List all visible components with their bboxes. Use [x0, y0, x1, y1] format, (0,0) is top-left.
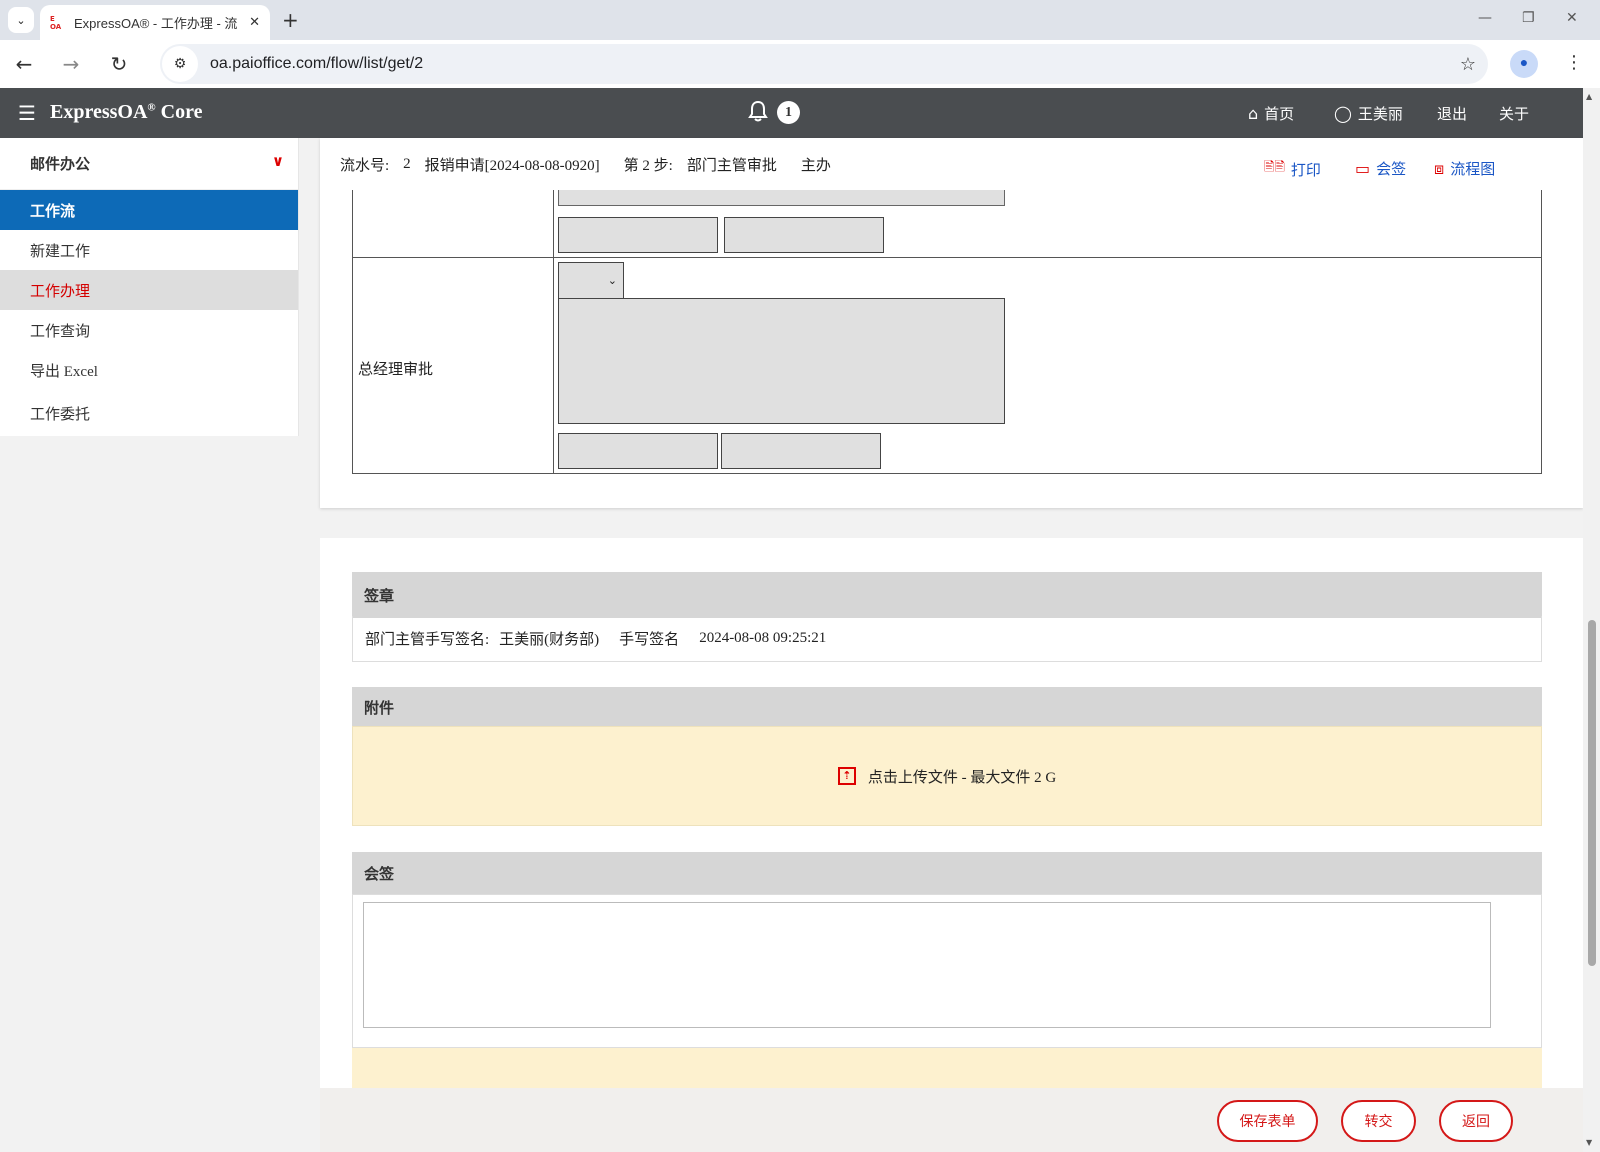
profile-avatar-icon[interactable]: ●	[1510, 50, 1538, 78]
sidebar-item-new-work[interactable]: 新建工作	[0, 230, 298, 270]
reload-icon[interactable]: ↻	[105, 50, 133, 78]
address-bar[interactable]: ⚙ oa.paioffice.com/flow/list/get/2 ☆	[160, 44, 1488, 84]
countersign-label: 会签	[1376, 162, 1407, 178]
browser-toolbar: ← → ↻ ⚙ oa.paioffice.com/flow/list/get/2…	[0, 40, 1600, 88]
signature-signer: 王美丽(财务部)	[499, 632, 600, 648]
favicon-icon: E OA	[50, 14, 62, 31]
signature-row: 部门主管手写签名: 王美丽(财务部) 手写签名 2024-08-08 09:25…	[352, 616, 1542, 662]
comment-icon: ▭	[1355, 159, 1371, 178]
window-close-icon[interactable]: ✕	[1566, 10, 1578, 26]
dept-opinion-textarea[interactable]	[558, 190, 1005, 206]
sidebar: 邮件办公 ∨ 工作流 新建工作 工作办理 工作查询 导出 Excel 工作委托	[0, 138, 299, 436]
serial-value: 2	[403, 155, 411, 172]
countersign-panel-heading: 会签	[352, 852, 1542, 894]
restore-icon[interactable]: ❐	[1522, 10, 1535, 26]
dept-signer-input[interactable]	[558, 217, 718, 253]
nav-about[interactable]: 关于	[1499, 103, 1529, 124]
signature-type: 手写签名	[619, 632, 680, 648]
menu-icon[interactable]: ☰	[18, 101, 36, 125]
brand-registered-mark: ®	[147, 101, 156, 114]
browser-menu-icon[interactable]: ⋮	[1565, 52, 1583, 73]
tab-search-icon[interactable]: ⌄	[8, 7, 34, 33]
sidebar-section-workflow[interactable]: 工作流	[0, 190, 298, 230]
flowchart-icon: ⧈	[1434, 158, 1445, 178]
signature-label: 部门主管手写签名:	[365, 632, 490, 648]
sidebar-item-export-excel[interactable]: 导出 Excel	[0, 350, 298, 390]
forward-icon[interactable]: →	[57, 50, 85, 78]
gm-decision-select[interactable]: ⌄	[558, 262, 624, 299]
site-info-icon[interactable]: ⚙	[162, 46, 198, 82]
brand-name: ExpressOA	[50, 101, 148, 123]
gm-opinion-textarea[interactable]	[558, 298, 1005, 424]
app-header: ☰ ExpressOA® Core 1 ⌂ 首页 ◯ 王美丽 退出 关于	[0, 88, 1583, 138]
sidebar-item-query-work[interactable]: 工作查询	[0, 310, 298, 350]
scroll-up-icon[interactable]: ▲	[1586, 92, 1592, 101]
flowchart-button[interactable]: ⧈ 流程图	[1434, 158, 1495, 179]
new-tab-icon[interactable]: +	[282, 8, 299, 32]
nav-user-label: 王美丽	[1357, 107, 1403, 123]
step-label: 第 2 步:	[623, 157, 673, 174]
serial-label: 流水号:	[340, 157, 390, 174]
nav-home-label: 首页	[1264, 107, 1295, 123]
table-row-divider	[352, 257, 1542, 258]
browser-tab-bar: ⌄ E OA ExpressOA® - 工作办理 - 流 ✕ + — ❐ ✕	[0, 0, 1600, 40]
countersign-button[interactable]: ▭ 会签	[1355, 158, 1406, 179]
brand-suffix: Core	[155, 101, 203, 123]
save-form-button[interactable]: 保存表单	[1217, 1100, 1318, 1142]
upload-dropzone[interactable]: ⇡ 点击上传文件 - 最大文件 2 G	[352, 726, 1542, 826]
gm-approval-label: 总经理审批	[358, 362, 434, 378]
gm-date-input[interactable]	[721, 433, 881, 469]
tab-close-icon[interactable]: ✕	[249, 15, 260, 30]
countersign-upload-strip[interactable]	[352, 1048, 1542, 1088]
transfer-button[interactable]: 转交	[1341, 1100, 1416, 1142]
print-icon: 🖹🖹	[1264, 160, 1285, 175]
back-button[interactable]: 返回	[1439, 1100, 1513, 1142]
upload-icon: ⇡	[837, 767, 856, 785]
scrollbar-thumb[interactable]	[1588, 620, 1596, 966]
sidebar-group-label: 邮件办公	[30, 157, 91, 173]
scroll-down-icon[interactable]: ▼	[1586, 1138, 1592, 1147]
chevron-down-icon: ∨	[271, 152, 284, 170]
print-label: 打印	[1290, 162, 1321, 179]
sidebar-item-delegate-work[interactable]: 工作委托	[0, 390, 298, 436]
upload-text: 点击上传文件 - 最大文件 2 G	[867, 769, 1057, 786]
flowchart-label: 流程图	[1450, 162, 1496, 178]
attachments-panel-heading: 附件	[352, 687, 1542, 727]
user-icon: ◯	[1334, 104, 1352, 123]
back-icon[interactable]: ←	[10, 50, 38, 78]
gm-signer-input[interactable]	[558, 433, 718, 469]
role-label: 主办	[800, 157, 831, 174]
browser-tab[interactable]: E OA ExpressOA® - 工作办理 - 流 ✕	[40, 5, 270, 40]
notification-badge[interactable]: 1	[777, 101, 800, 124]
sidebar-group-mail-office[interactable]: 邮件办公 ∨	[0, 138, 298, 190]
url-text[interactable]: oa.paioffice.com/flow/list/get/2	[210, 55, 1460, 73]
bookmark-star-icon[interactable]: ☆	[1460, 54, 1476, 75]
sidebar-item-handle-work[interactable]: 工作办理	[0, 270, 298, 310]
step-name: 部门主管审批	[686, 157, 777, 174]
nav-home[interactable]: ⌂ 首页	[1248, 103, 1294, 124]
dept-date-input[interactable]	[724, 217, 884, 253]
minimize-icon[interactable]: —	[1478, 10, 1492, 26]
print-button[interactable]: 🖹🖹 打印	[1264, 158, 1321, 180]
nav-user[interactable]: ◯ 王美丽	[1334, 103, 1403, 124]
countersign-textarea[interactable]	[363, 902, 1491, 1028]
nav-logout[interactable]: 退出	[1437, 103, 1467, 124]
flow-title: 报销申请[2024-08-08-0920]	[424, 157, 600, 174]
home-icon: ⌂	[1248, 104, 1259, 123]
signature-time: 2024-08-08 09:25:21	[699, 630, 827, 646]
bell-icon[interactable]	[748, 100, 768, 128]
tab-title: ExpressOA® - 工作办理 - 流	[74, 16, 238, 31]
chevron-down-icon: ⌄	[607, 274, 617, 287]
brand-logo[interactable]: ExpressOA® Core	[50, 101, 202, 124]
signature-panel-heading: 签章	[352, 572, 1542, 618]
